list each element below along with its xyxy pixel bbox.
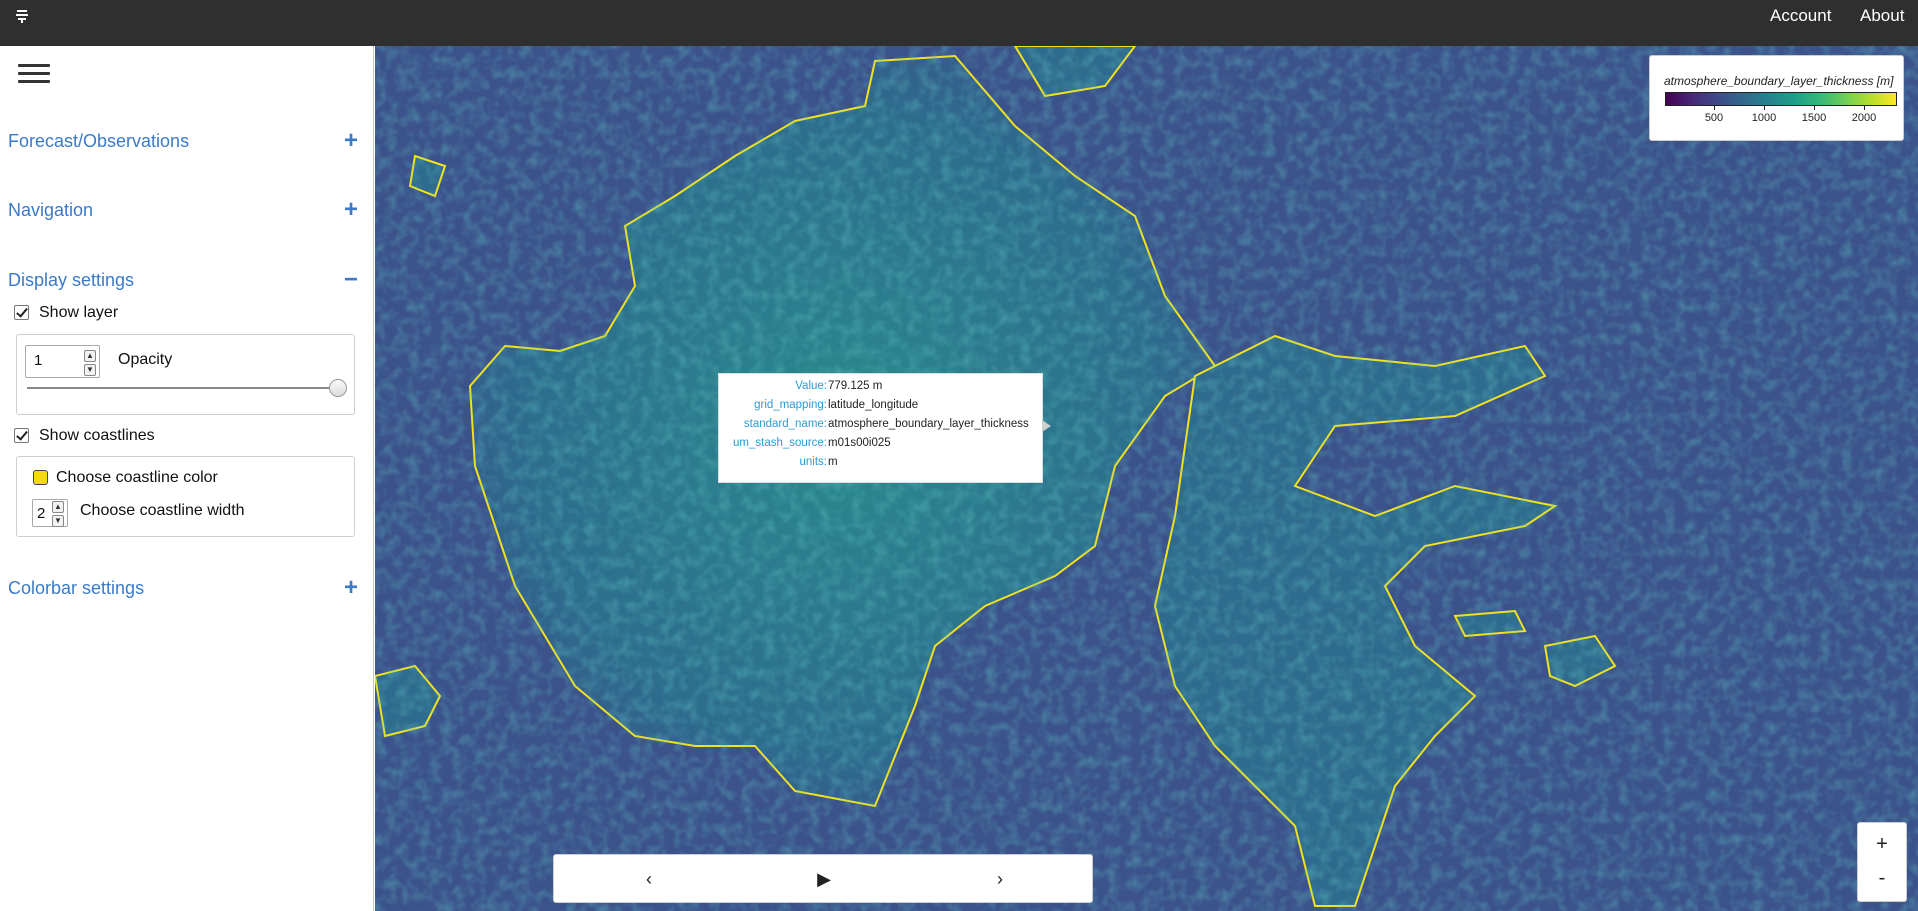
legend-tick-label: 2000	[1851, 112, 1877, 124]
tooltip-key: units:	[799, 456, 828, 468]
coastline-width-input[interactable]: 2 ▲ ▼	[32, 499, 68, 527]
section-title: Forecast/Observations	[8, 131, 190, 151]
coastline-panel: Choose coastline color 2 ▲ ▼ Choose coas…	[16, 456, 355, 537]
value-tooltip: Value: 779.125 m grid_mapping: latitude_…	[718, 373, 1051, 483]
tooltip-key: standard_name:	[743, 418, 827, 430]
tooltip-key: grid_mapping:	[754, 399, 827, 411]
collapse-minus-icon[interactable]: −	[344, 267, 358, 293]
zoom-out-button[interactable]: -	[1858, 861, 1906, 895]
opacity-spinner[interactable]: ▲ ▼	[84, 350, 96, 376]
tooltip-row: standard_name: atmosphere_boundary_layer…	[719, 418, 1044, 434]
spinner-down-icon[interactable]: ▼	[84, 364, 96, 376]
legend-tick-label: 1500	[1801, 112, 1827, 124]
opacity-slider-thumb[interactable]	[329, 379, 347, 397]
play-button[interactable]: ▶	[814, 869, 834, 890]
map-view[interactable]: atmosphere_boundary_layer_thickness [m] …	[375, 46, 1918, 911]
legend-tick	[1864, 106, 1865, 110]
tooltip-row: Value: 779.125 m	[719, 380, 1044, 396]
hamburger-menu-icon[interactable]	[18, 64, 50, 86]
legend-tick	[1764, 106, 1765, 110]
legend-tick	[1714, 106, 1715, 110]
coastline-color-label: Choose coastline color	[56, 469, 218, 486]
section-forecast-observations[interactable]: Forecast/Observations +	[8, 128, 358, 157]
tooltip-row: units: m	[719, 456, 1044, 472]
coastline-width-spinner[interactable]: ▲ ▼	[52, 501, 64, 527]
tooltip-value: atmosphere_boundary_layer_thickness	[828, 418, 1029, 430]
show-layer-label: Show layer	[39, 304, 119, 321]
tooltip-key: um_stash_source:	[733, 437, 827, 449]
expand-plus-icon[interactable]: +	[344, 128, 358, 154]
top-bar: Account About	[0, 0, 1918, 46]
colorbar-legend: atmosphere_boundary_layer_thickness [m] …	[1649, 55, 1904, 141]
section-navigation[interactable]: Navigation +	[8, 197, 358, 226]
coastline-width-value: 2	[37, 505, 46, 522]
zoom-in-button[interactable]: +	[1858, 827, 1906, 861]
opacity-label: Opacity	[118, 351, 173, 368]
tooltip-row: grid_mapping: latitude_longitude	[719, 399, 1044, 415]
section-title: Colorbar settings	[8, 578, 145, 598]
coastline-width-label: Choose coastline width	[80, 502, 245, 519]
about-link[interactable]: About	[1860, 6, 1904, 26]
time-controls: ‹ ▶ ›	[553, 854, 1093, 903]
tooltip-value: 779.125 m	[828, 380, 883, 392]
expand-plus-icon[interactable]: +	[344, 575, 358, 601]
section-display-settings[interactable]: Display settings −	[8, 267, 358, 296]
expand-plus-icon[interactable]: +	[344, 197, 358, 223]
tooltip-value: m01s00i025	[828, 437, 891, 449]
zoom-controls: + -	[1857, 822, 1907, 902]
account-link[interactable]: Account	[1770, 6, 1831, 26]
legend-tick-label: 500	[1704, 112, 1724, 124]
section-colorbar-settings[interactable]: Colorbar settings +	[8, 575, 358, 604]
tooltip-value: latitude_longitude	[828, 399, 919, 411]
opacity-slider-track[interactable]	[27, 387, 333, 389]
sidebar: Forecast/Observations + Navigation + Dis…	[0, 46, 374, 911]
tooltip-key: Value:	[795, 380, 827, 392]
tooltip-value: m	[828, 456, 838, 468]
show-coastlines-checkbox[interactable]	[14, 428, 29, 443]
previous-step-button[interactable]: ‹	[639, 869, 659, 890]
show-layer-checkbox[interactable]	[14, 305, 29, 320]
opacity-panel: 1 ▲ ▼ Opacity	[16, 334, 355, 415]
legend-color-ramp	[1665, 92, 1897, 106]
boundary-layer-raster[interactable]	[375, 46, 1918, 911]
section-title: Navigation	[8, 200, 94, 220]
coastline-color-swatch[interactable]	[33, 470, 48, 485]
section-title: Display settings	[8, 270, 135, 290]
satellite-dish-icon[interactable]	[14, 8, 30, 24]
next-step-button[interactable]: ›	[990, 869, 1010, 890]
show-coastlines-label: Show coastlines	[39, 427, 155, 444]
legend-tick	[1814, 106, 1815, 110]
spinner-up-icon[interactable]: ▲	[84, 350, 96, 362]
tooltip-row: um_stash_source: m01s00i025	[719, 437, 1044, 453]
opacity-input[interactable]: 1 ▲ ▼	[25, 345, 100, 378]
opacity-value: 1	[34, 352, 43, 369]
legend-tick-label: 1000	[1751, 112, 1777, 124]
spinner-down-icon[interactable]: ▼	[52, 515, 64, 527]
legend-title: atmosphere_boundary_layer_thickness [m]	[1664, 74, 1894, 88]
spinner-up-icon[interactable]: ▲	[52, 501, 64, 513]
